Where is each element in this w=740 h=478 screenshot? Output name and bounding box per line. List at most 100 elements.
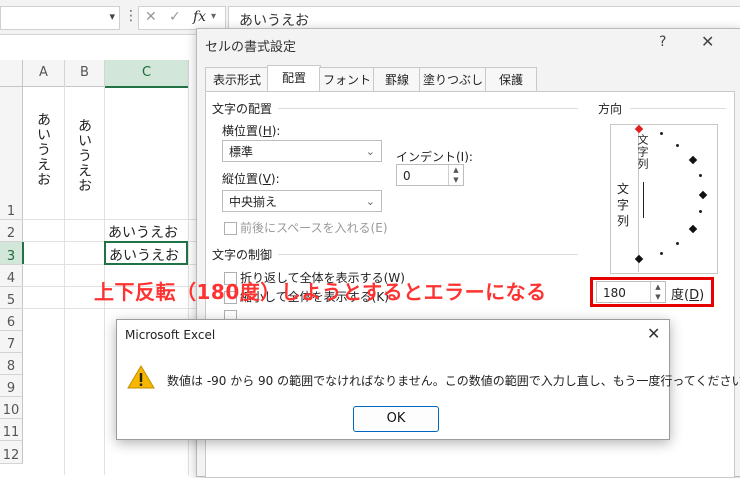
formula-buttons: ✕ ✓ fx ▾ — [138, 6, 226, 30]
orientation-dot — [660, 132, 663, 135]
vertical-char: 字 — [617, 198, 630, 212]
help-icon[interactable]: ? — [659, 34, 666, 50]
tab-number[interactable]: 表示形式 — [205, 67, 269, 92]
tab-protection[interactable]: 保護 — [485, 67, 537, 92]
column-header-c[interactable]: C — [105, 60, 189, 88]
cell-c2[interactable]: あいうえお — [108, 222, 178, 242]
row-header-5[interactable]: 5 — [0, 287, 23, 309]
warning-icon — [127, 365, 155, 389]
group-divider — [630, 108, 726, 109]
indent-label: インデント(I): — [396, 150, 473, 164]
tab-alignment[interactable]: 配置 — [267, 65, 321, 92]
row-header-1[interactable]: 1 — [0, 87, 23, 220]
vertical-label-text: 縦位置( — [222, 172, 263, 186]
row-header-6[interactable]: 6 — [0, 309, 23, 331]
row-header-11[interactable]: 11 — [0, 419, 23, 441]
orientation-dot — [699, 174, 702, 177]
row-header-12[interactable]: 12 — [0, 441, 23, 464]
vertical-label-end: ): — [270, 172, 280, 186]
more-options-icon[interactable]: ⋮ — [124, 8, 138, 24]
gridline — [64, 86, 65, 475]
tab-font[interactable]: フォント — [319, 67, 375, 92]
vertical-char: 文 — [617, 182, 630, 196]
gridline — [22, 219, 222, 220]
chevron-down-icon: ⌄ — [365, 195, 375, 208]
spin-down-icon[interactable]: ▼ — [449, 175, 463, 185]
cell-b1[interactable]: あいうえお — [74, 118, 94, 193]
vertical-char: 列 — [617, 214, 630, 228]
row-header-8[interactable]: 8 — [0, 353, 23, 375]
group-divider — [278, 254, 578, 255]
horizontal-label: 横位置(H): — [222, 122, 280, 139]
indent-spinner[interactable]: 0 ▲ ▼ — [396, 164, 464, 186]
column-header-a[interactable]: A — [23, 60, 65, 87]
orientation-dot — [699, 210, 702, 213]
horizontal-label-end: ): — [271, 124, 281, 138]
chevron-down-icon[interactable]: ▾ — [109, 10, 115, 23]
row-number: 1 — [6, 204, 16, 219]
active-cell-c3[interactable]: あいうえお — [104, 241, 188, 265]
vertical-select[interactable]: 中央揃え ⌄ — [222, 190, 382, 212]
horizontal-label-text: 横位置( — [222, 124, 263, 138]
close-icon[interactable]: ✕ — [647, 324, 660, 343]
row-number: 6 — [6, 315, 16, 330]
fx-icon[interactable]: fx — [193, 9, 206, 25]
row-number: 9 — [6, 381, 16, 396]
gridline — [22, 308, 222, 309]
name-box[interactable]: ▾ — [0, 6, 120, 30]
distributed-checkbox[interactable] — [224, 222, 237, 235]
distributed-label: 前後にスペースを入れる(E) — [240, 221, 388, 235]
select-all-corner[interactable] — [0, 60, 23, 87]
row-header-9[interactable]: 9 — [0, 375, 23, 397]
row-header-2[interactable]: 2 — [0, 220, 23, 242]
rotation-preview-line — [643, 182, 644, 218]
horizontal-select[interactable]: 標準 ⌄ — [222, 140, 382, 162]
cancel-icon[interactable]: ✕ — [145, 9, 157, 25]
horizontal-accesskey: H — [262, 124, 272, 138]
row-number: 3 — [6, 249, 16, 264]
row-number: 2 — [6, 226, 16, 241]
cell-a1[interactable]: あいうえお — [33, 112, 53, 187]
spin-up-icon[interactable]: ▲ — [449, 165, 463, 175]
tab-fill[interactable]: 塗りつぶし — [419, 67, 487, 92]
text-alignment-group: 文字の配置 — [212, 102, 273, 116]
formula-input[interactable]: あいうえお — [228, 6, 740, 30]
chevron-down-icon[interactable]: ▾ — [211, 11, 216, 22]
error-message-box: Microsoft Excel ✕ 数値は -90 から 90 の範囲でなければ… — [116, 319, 740, 440]
spin-buttons[interactable]: ▲ ▼ — [448, 165, 463, 185]
row-number: 4 — [6, 271, 16, 286]
tab-border[interactable]: 罫線 — [373, 67, 421, 92]
dialog-title: セルの書式設定 — [205, 40, 297, 55]
vertical-label: 縦位置(V): — [222, 170, 280, 187]
text-control-group: 文字の制御 — [212, 248, 273, 262]
message-box-title: Microsoft Excel — [125, 328, 216, 342]
vertical-value: 中央揃え — [229, 195, 278, 209]
horizontal-value: 標準 — [229, 145, 254, 159]
indent-value: 0 — [403, 169, 411, 183]
row-header-4[interactable]: 4 — [0, 265, 23, 287]
row-number: 12 — [2, 448, 20, 463]
rotation-preview-text: 文字列 — [636, 134, 649, 170]
row-header-10[interactable]: 10 — [0, 397, 23, 419]
row-number: 10 — [2, 403, 20, 418]
orientation-dot — [676, 144, 679, 147]
chevron-down-icon: ⌄ — [365, 145, 375, 158]
highlight-box — [590, 277, 714, 307]
column-header-b[interactable]: B — [65, 60, 105, 87]
close-icon[interactable]: ✕ — [701, 32, 714, 51]
ok-button[interactable]: OK — [353, 406, 439, 432]
group-divider — [278, 108, 578, 109]
row-number: 7 — [6, 337, 16, 352]
row-number: 5 — [6, 293, 16, 308]
enter-icon[interactable]: ✓ — [169, 9, 181, 25]
row-number: 8 — [6, 359, 16, 374]
row-header-3[interactable]: 3 — [0, 242, 24, 265]
annotation-text: 上下反転（180度）しようとするとエラーになる — [94, 280, 547, 304]
orientation-dot — [660, 252, 663, 255]
vertical-accesskey: V — [262, 172, 271, 186]
orientation-group: 方向 — [598, 102, 623, 116]
row-header-7[interactable]: 7 — [0, 331, 23, 353]
formula-text: あいうえお — [239, 13, 309, 29]
cell-c3-value: あいうえお — [109, 248, 179, 264]
row-number: 11 — [2, 425, 20, 440]
